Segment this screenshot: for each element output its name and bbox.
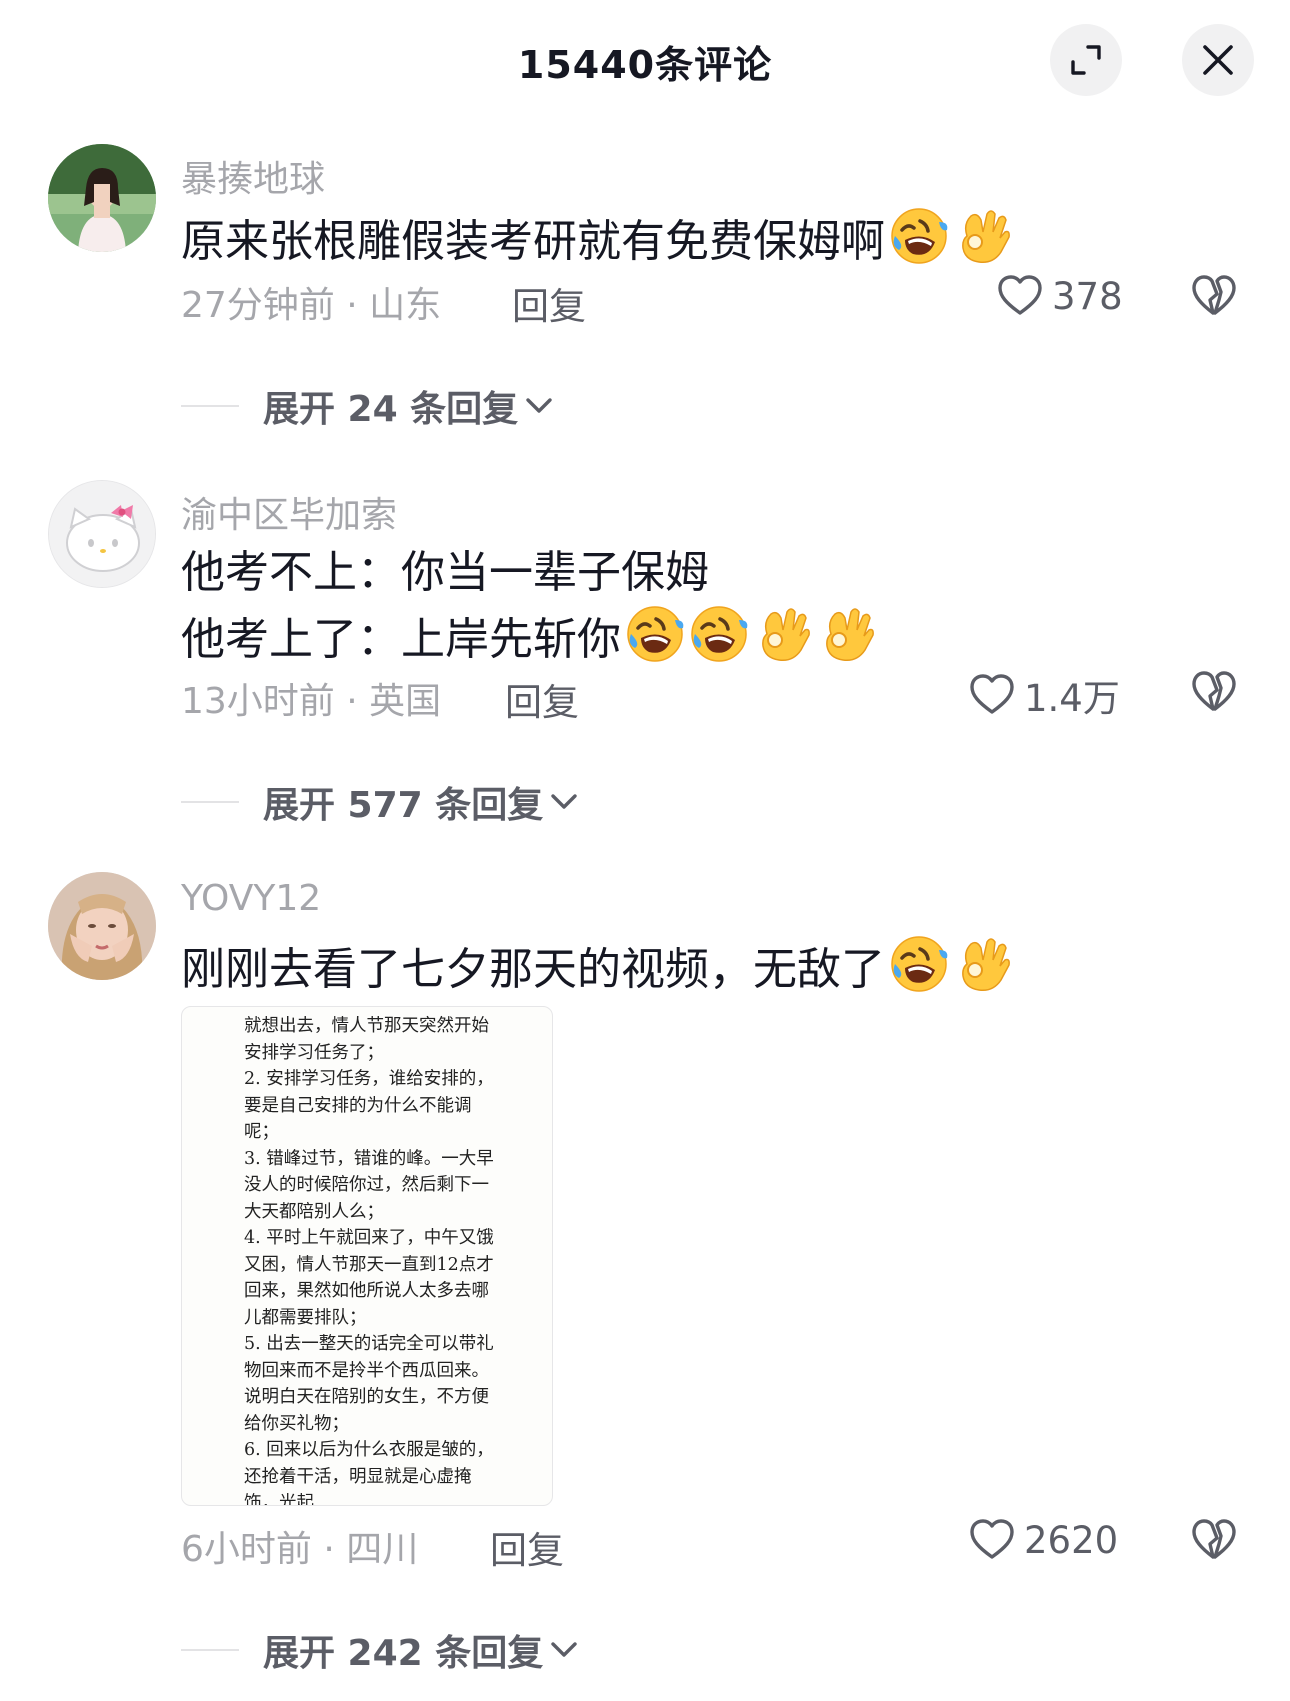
expand-replies-label: 展开 24 条回复 <box>263 389 519 430</box>
rofl-emoji-icon <box>625 604 685 664</box>
comment-image-attachment[interactable]: 就想出去，情人节那天突然开始 安排学习任务了； 2. 安排学习任务，谁给安排的， 要是… <box>181 1006 553 1506</box>
reply-button[interactable]: 回复 <box>490 1520 564 1574</box>
avatar[interactable] <box>48 480 156 588</box>
divider-line <box>181 801 239 803</box>
comment-meta: 13小时前 · 英国 <box>181 681 442 722</box>
like-button[interactable]: 2620 <box>968 1516 1118 1564</box>
dislike-button[interactable] <box>1190 668 1238 720</box>
username[interactable]: YOVY12 <box>181 878 321 919</box>
comments-header: 15440条评论 <box>0 0 1290 120</box>
comment-text: 他考不上：你当一辈子保姆 他考上了：上岸先斩你 <box>181 542 877 671</box>
like-count: 2620 <box>1024 1518 1119 1562</box>
comment-text-line: 原来张根雕假装考研就有免费保姆啊 <box>181 216 885 267</box>
comments-panel: 15440条评论 暴揍地球 原来张根雕假装考研就有免费保姆啊 27分钟前 · 山… <box>0 0 1290 1701</box>
heart-icon <box>968 671 1016 719</box>
comment-text: 原来张根雕假装考研就有免费保姆啊 <box>181 206 1013 273</box>
like-count: 1.4万 <box>1024 677 1120 720</box>
like-button[interactable]: 378 <box>996 272 1123 320</box>
like-count: 378 <box>1052 274 1123 318</box>
close-button[interactable] <box>1182 24 1254 96</box>
like-button[interactable]: 1.4万 <box>968 668 1120 722</box>
attachment-text-line: 要是自己安排的为什么不能调 <box>244 1095 472 1116</box>
close-icon <box>1203 45 1233 75</box>
avatar-image <box>48 872 156 980</box>
divider-line <box>181 405 239 407</box>
ok-hand-emoji-icon <box>953 206 1013 266</box>
attachment-text-line: 就想出去，情人节那天突然开始 <box>244 1016 489 1036</box>
broken-heart-icon <box>1190 668 1238 716</box>
expand-replies[interactable]: 展开 24 条回复 <box>181 380 554 432</box>
broken-heart-icon <box>1190 1516 1238 1564</box>
attachment-text-line: 又困，情人节那天一直到12点才 <box>244 1254 494 1275</box>
ok-hand-emoji-icon <box>753 604 813 664</box>
rofl-emoji-icon <box>889 934 949 994</box>
avatar[interactable] <box>48 144 156 252</box>
heart-icon <box>996 272 1044 320</box>
dislike-button[interactable] <box>1190 272 1238 324</box>
attachment-text-line: 回来，果然如他所说人太多去哪 <box>244 1281 489 1301</box>
attachment-text-line: 儿都需要排队； <box>244 1307 367 1328</box>
attachment-text-line: 3. 错峰过节，错谁的峰。一大早 <box>244 1148 494 1169</box>
avatar-image <box>48 144 156 252</box>
attachment-text-line: 没人的时候陪你过，然后剩下一 <box>244 1175 489 1195</box>
attachment-text-line: 大天都陪别人么； <box>244 1201 384 1222</box>
rofl-emoji-icon <box>889 206 949 266</box>
fullscreen-icon <box>1071 45 1101 75</box>
divider-line <box>181 1649 239 1651</box>
attachment-text-line: 5. 出去一整天的话完全可以带礼 <box>244 1334 494 1354</box>
comment-text: 刚刚去看了七夕那天的视频，无敌了 <box>181 934 1013 1001</box>
attachment-text-line: 给你买礼物； <box>244 1413 349 1434</box>
chevron-down-icon <box>524 391 554 421</box>
comment-text-line: 刚刚去看了七夕那天的视频，无敌了 <box>181 944 885 995</box>
fullscreen-button[interactable] <box>1050 24 1122 96</box>
attachment-text-line: 说明白天在陪别的女生，不方便 <box>244 1387 489 1407</box>
dislike-button[interactable] <box>1190 1516 1238 1568</box>
attachment-text-line: 安排学习任务了； <box>244 1042 384 1063</box>
comment-text-line: 他考不上：你当一辈子保姆 <box>181 547 709 598</box>
reply-button[interactable]: 回复 <box>512 276 586 330</box>
attachment-text: 就想出去，情人节那天突然开始 安排学习任务了； 2. 安排学习任务，谁给安排的， 要是… <box>182 1007 552 1506</box>
comment-meta: 6小时前 · 四川 <box>181 1529 419 1570</box>
rofl-emoji-icon <box>689 604 749 664</box>
expand-replies-label: 展开 242 条回复 <box>263 1633 544 1674</box>
ok-hand-emoji-icon <box>817 604 877 664</box>
attachment-text-line: 物回来而不是拎半个西瓜回来。 <box>244 1360 489 1381</box>
attachment-text-line: 4. 平时上午就回来了，中午又饿 <box>244 1228 494 1248</box>
comment-text-line: 他考上了：上岸先斩你 <box>181 614 621 665</box>
expand-replies-label: 展开 577 条回复 <box>263 785 544 826</box>
attachment-text-line: 2. 安排学习任务，谁给安排的， <box>244 1069 494 1089</box>
comment-meta: 27分钟前 · 山东 <box>181 285 442 326</box>
chevron-down-icon <box>549 1635 579 1665</box>
attachment-text-line: 6. 回来以后为什么衣服是皱的， <box>244 1440 494 1460</box>
attachment-text-line: 呢； <box>244 1122 279 1142</box>
username[interactable]: 暴揍地球 <box>181 150 325 202</box>
username[interactable]: 渝中区毕加索 <box>181 486 397 538</box>
heart-icon <box>968 1516 1016 1564</box>
broken-heart-icon <box>1190 272 1238 320</box>
attachment-text-line: 还抢着干活，明显就是心虚掩 <box>244 1466 472 1487</box>
avatar-image <box>49 481 155 587</box>
expand-replies[interactable]: 展开 577 条回复 <box>181 776 579 828</box>
avatar[interactable] <box>48 872 156 980</box>
chevron-down-icon <box>549 787 579 817</box>
reply-button[interactable]: 回复 <box>505 672 579 726</box>
ok-hand-emoji-icon <box>953 934 1013 994</box>
expand-replies[interactable]: 展开 242 条回复 <box>181 1624 579 1676</box>
attachment-text-line: 饰，光起 <box>244 1493 314 1506</box>
